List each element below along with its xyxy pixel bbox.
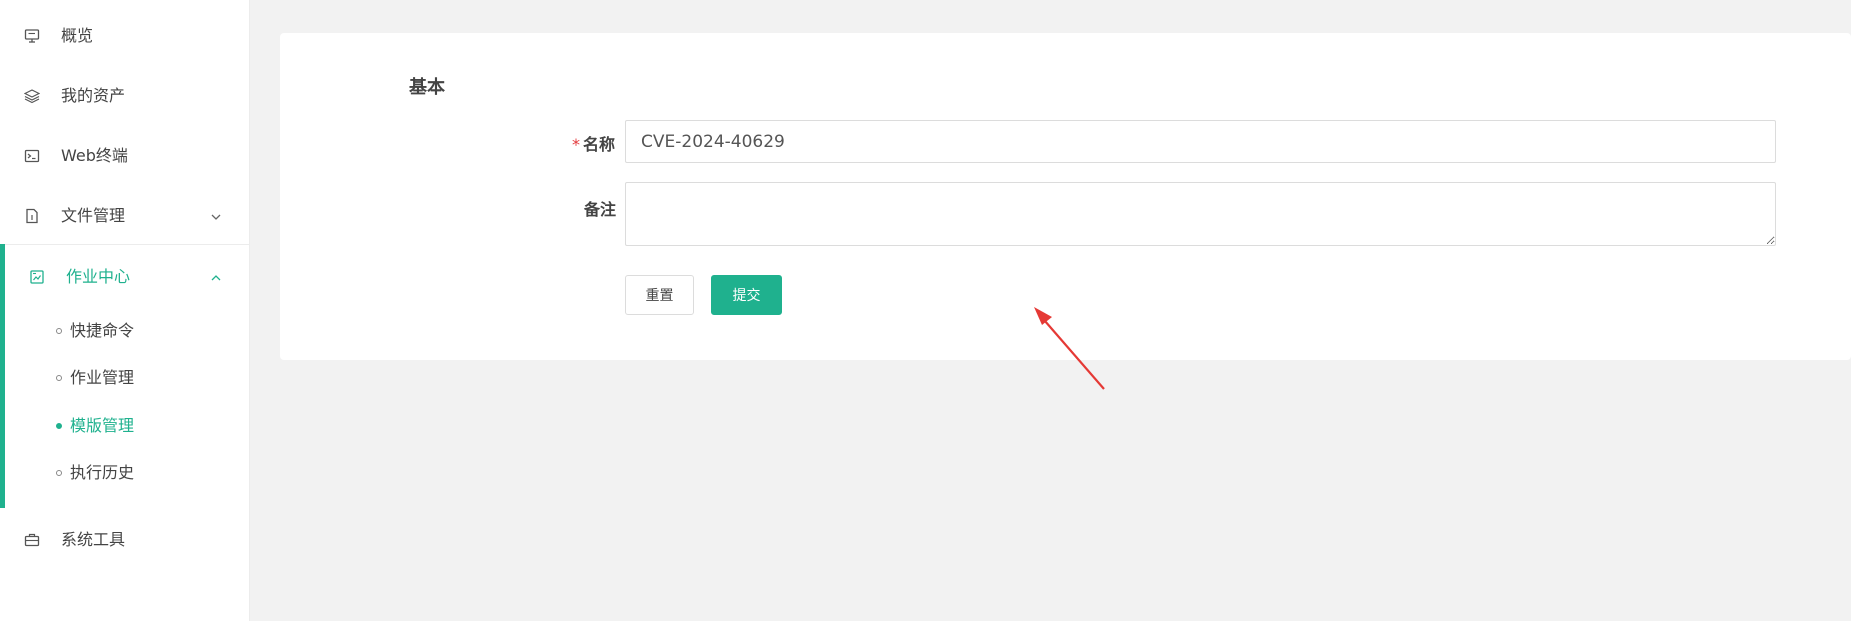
remark-label: 备注 [584, 200, 617, 219]
submenu-item-label: 作业管理 [70, 368, 135, 387]
section-title: 基本 [409, 77, 445, 98]
terminal-icon [24, 148, 40, 164]
sidebar-item-web-terminal[interactable]: Web终端 [0, 136, 250, 176]
submenu-item-label: 模版管理 [70, 416, 135, 435]
bullet-icon [56, 375, 62, 381]
sidebar: 概览 我的资产 Web终端 文件管理 作业中心 快捷命令 作业管理 模版管理 执… [0, 0, 250, 621]
name-label: * 名称 [572, 131, 615, 155]
required-mark: * [572, 135, 580, 154]
sidebar-item-label: 文件管理 [61, 206, 126, 225]
sidebar-item-file-management[interactable]: 文件管理 [0, 196, 250, 236]
bullet-icon [56, 328, 62, 334]
annotation-arrow-icon [1034, 307, 1105, 390]
job-icon [29, 269, 45, 285]
chevron-up-icon [209, 270, 223, 284]
submenu-item-job-management[interactable]: 作业管理 [0, 360, 250, 396]
submenu-item-template-management[interactable]: 模版管理 [0, 408, 250, 444]
sidebar-item-label: Web终端 [61, 146, 128, 165]
submenu-item-execution-history[interactable]: 执行历史 [0, 455, 250, 491]
sidebar-item-label: 作业中心 [66, 267, 131, 286]
name-input[interactable] [625, 120, 1776, 163]
sidebar-item-system-tools[interactable]: 系统工具 [0, 520, 250, 560]
divider [0, 244, 250, 245]
submenu-item-label: 快捷命令 [70, 321, 135, 340]
main-content: 基本 *名称 备注 重置 提交 [250, 0, 1851, 621]
remark-textarea[interactable] [625, 182, 1776, 246]
file-icon [24, 208, 40, 224]
name-label-text: 名称 [583, 135, 616, 154]
layers-icon [24, 88, 40, 104]
submenu-item-label: 执行历史 [70, 463, 135, 482]
briefcase-icon [24, 532, 40, 548]
app-window: 概览 我的资产 Web终端 文件管理 作业中心 快捷命令 作业管理 模版管理 执… [0, 0, 1851, 621]
sidebar-item-job-center[interactable]: 作业中心 [0, 257, 250, 297]
sidebar-item-label: 概览 [61, 26, 94, 45]
submenu-item-quick-commands[interactable]: 快捷命令 [0, 313, 250, 349]
bullet-icon [56, 423, 62, 429]
sidebar-item-overview[interactable]: 概览 [0, 16, 250, 56]
monitor-icon [24, 28, 40, 44]
sidebar-item-label: 系统工具 [61, 530, 126, 549]
bullet-icon [56, 470, 62, 476]
chevron-down-icon [209, 209, 223, 223]
submit-button[interactable]: 提交 [711, 275, 782, 315]
sidebar-item-label: 我的资产 [61, 86, 126, 105]
sidebar-item-my-assets[interactable]: 我的资产 [0, 76, 250, 116]
reset-button[interactable]: 重置 [625, 275, 694, 315]
